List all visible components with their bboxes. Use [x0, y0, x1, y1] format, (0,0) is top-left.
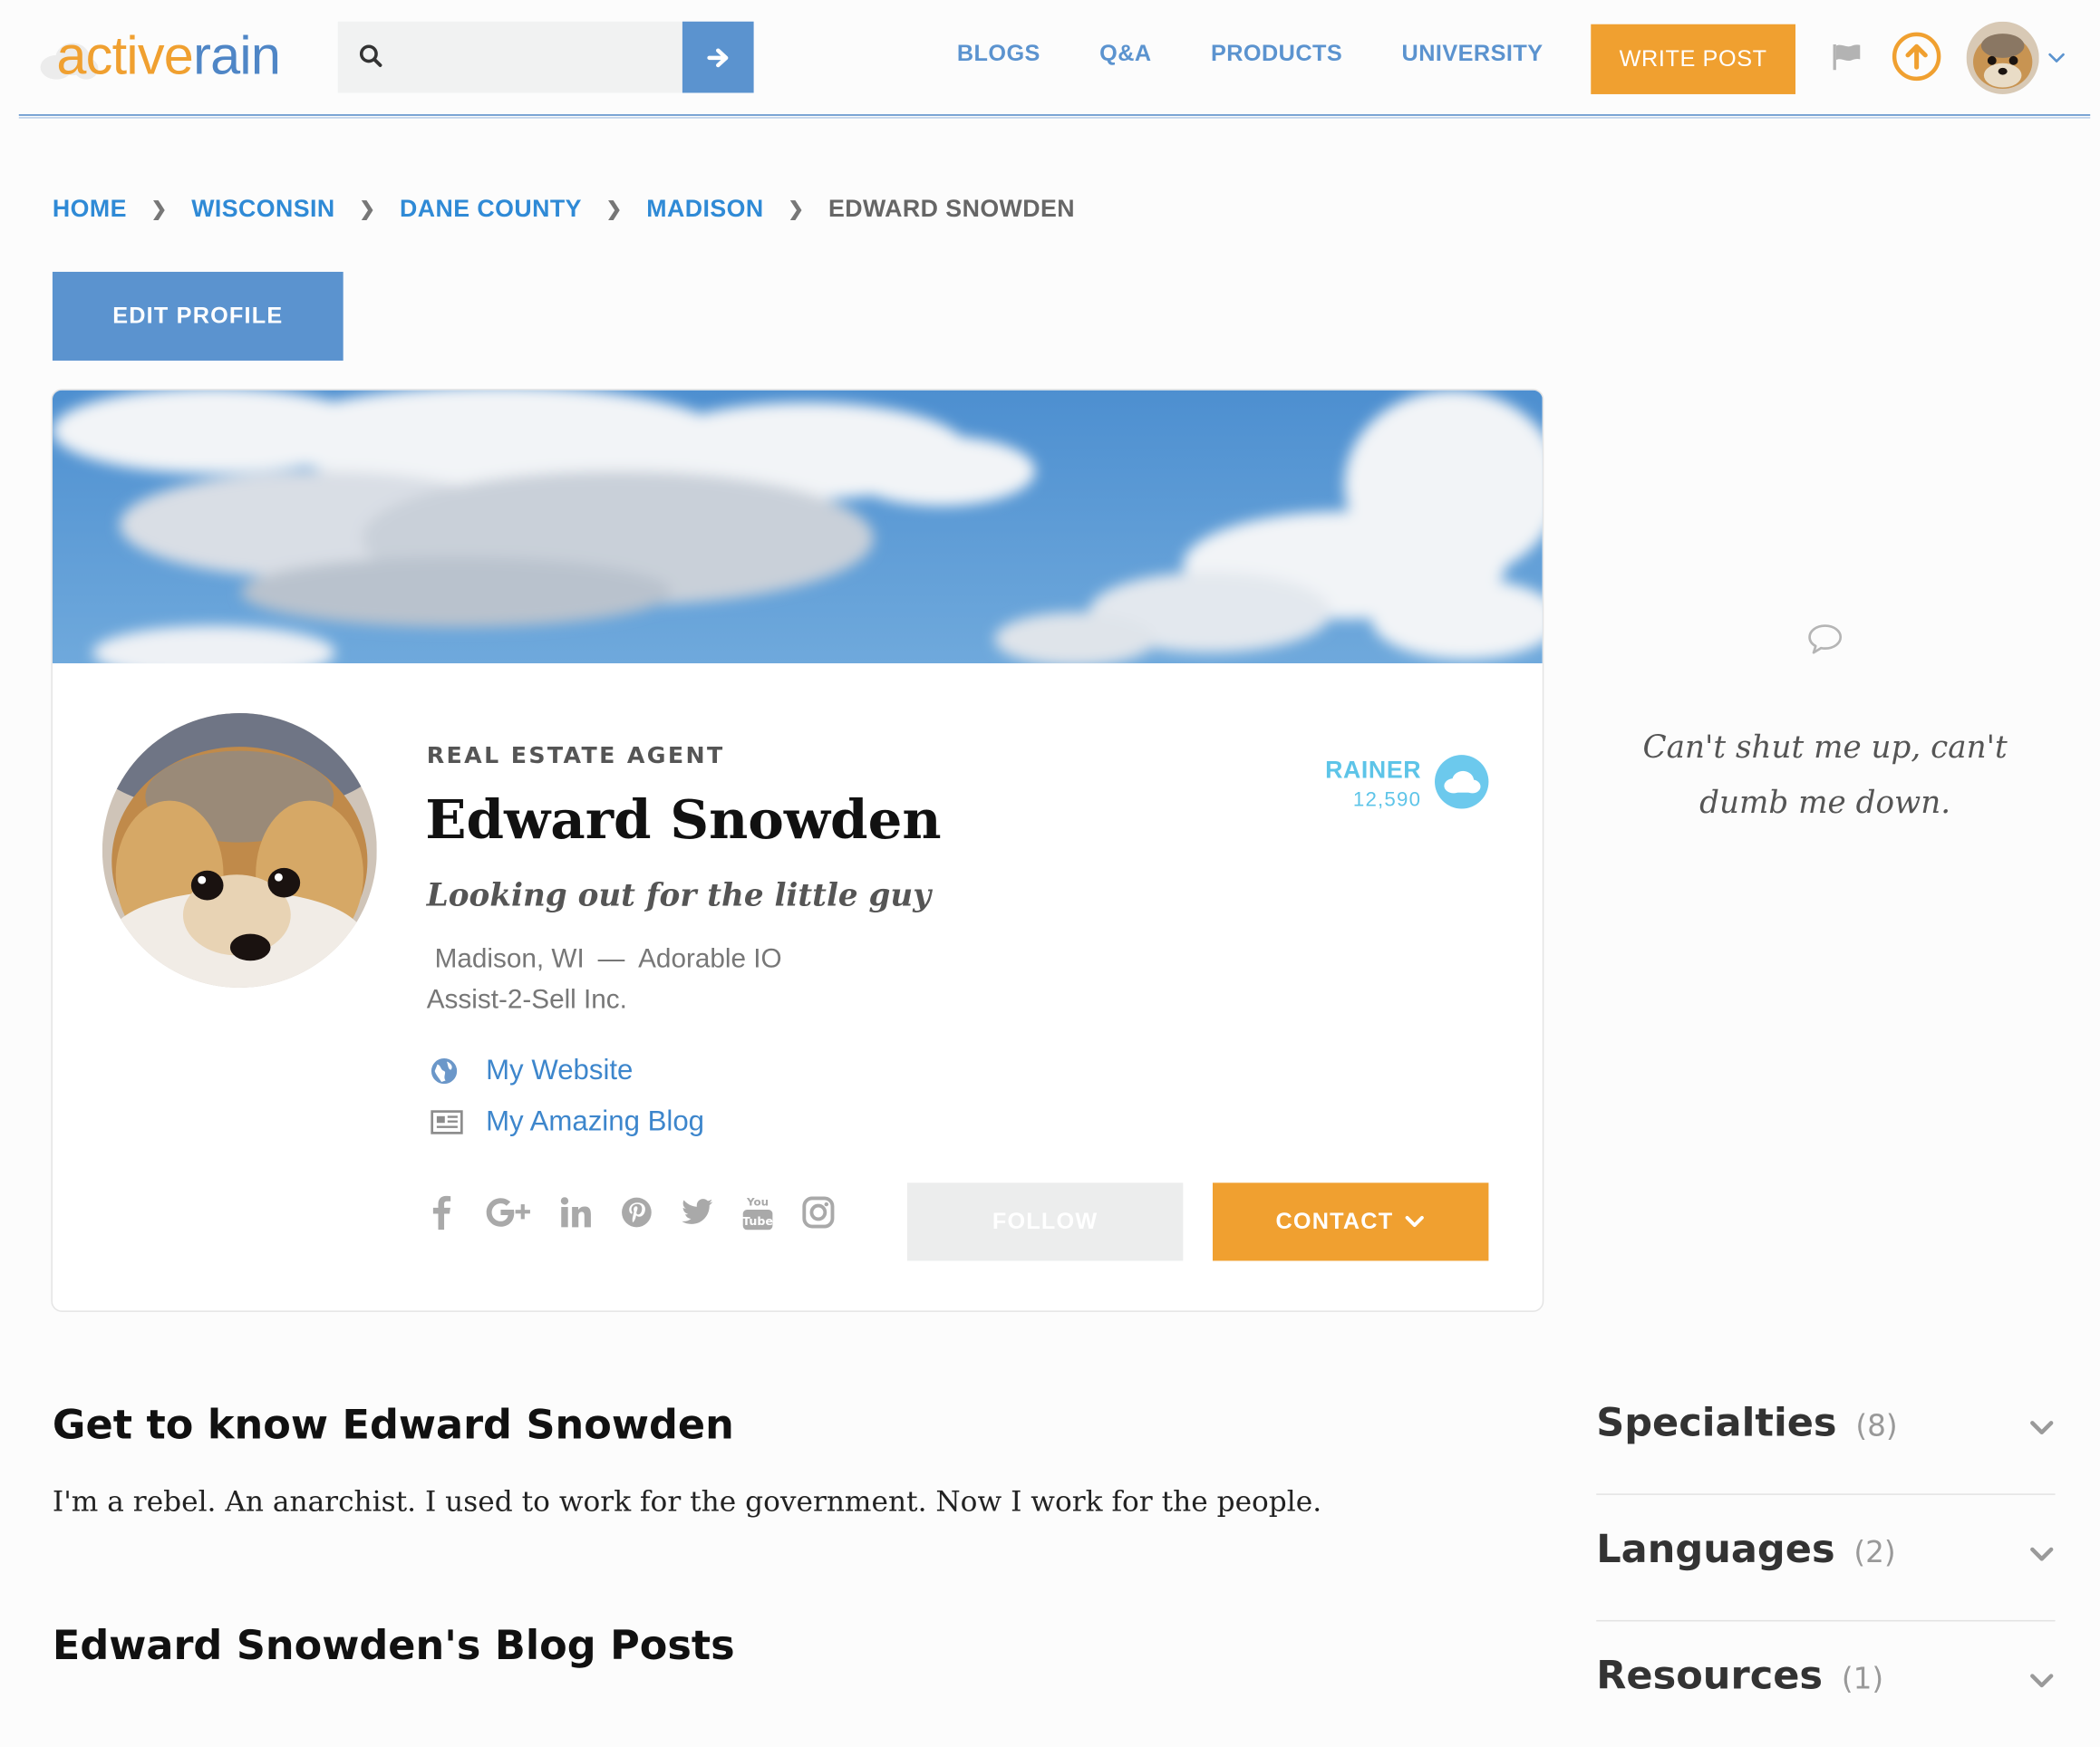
- nav-qa[interactable]: Q&A: [1099, 41, 1151, 76]
- activerain-logo[interactable]: activerain: [33, 19, 315, 94]
- nav-blogs[interactable]: BLOGS: [957, 41, 1040, 76]
- website-link-label: My Website: [486, 1055, 634, 1086]
- profile-company: Assist-2-Sell Inc.: [426, 985, 627, 1015]
- arrow-right-icon: [706, 47, 728, 67]
- newspaper-icon: [431, 1110, 463, 1134]
- dog-avatar-image: [1966, 21, 2039, 94]
- breadcrumb-city[interactable]: MADISON: [646, 195, 763, 223]
- chevron-right-icon: ❯: [605, 198, 623, 220]
- breadcrumb-county[interactable]: DANE COUNTY: [400, 195, 582, 223]
- twitter-icon[interactable]: [680, 1195, 715, 1231]
- website-link[interactable]: My Website: [430, 1055, 634, 1087]
- speech-bubble-icon: [1808, 624, 1843, 654]
- chevron-down-icon: [2030, 1421, 2054, 1435]
- chevron-down-icon[interactable]: [2047, 51, 2066, 64]
- search-box: [337, 21, 682, 93]
- main-nav: BLOGS Q&A PRODUCTS UNIVERSITY: [929, 41, 1544, 76]
- accordion-resources[interactable]: Resources (1): [1596, 1620, 2055, 1747]
- accordion-specialties[interactable]: Specialties (8): [1596, 1367, 2056, 1495]
- specialties-count: (8): [1855, 1410, 1898, 1444]
- blog-link[interactable]: My Amazing Blog: [430, 1106, 704, 1139]
- follow-button[interactable]: FOLLOW: [906, 1182, 1184, 1261]
- specialties-title: Specialties: [1596, 1399, 1837, 1445]
- profile-card: REAL ESTATE AGENT Edward Snowden Looking…: [51, 389, 1544, 1312]
- resources-count: (1): [1841, 1663, 1884, 1697]
- profile-office: Adorable IO: [638, 944, 782, 975]
- chevron-down-icon: [2030, 1674, 2054, 1688]
- nav-university[interactable]: UNIVERSITY: [1402, 41, 1544, 76]
- svg-text:Tube: Tube: [742, 1214, 773, 1228]
- flag-icon[interactable]: [1831, 41, 1863, 73]
- rank-cloud-icon: [1435, 755, 1489, 809]
- breadcrumb-current: EDWARD SNOWDEN: [827, 195, 1076, 223]
- profile-location-line: Madison, WI — Adorable IO: [435, 944, 782, 975]
- breadcrumb-state[interactable]: WISCONSIN: [191, 195, 334, 223]
- accordion-languages[interactable]: Languages (2): [1596, 1493, 2056, 1622]
- header-divider: [18, 114, 2091, 119]
- about-text: I'm a rebel. An anarchist. I used to wor…: [52, 1485, 1322, 1519]
- facebook-icon[interactable]: [424, 1195, 460, 1231]
- accordion-title: Languages (2): [1596, 1526, 1895, 1571]
- blog-posts-heading: Edward Snowden's Blog Posts: [52, 1622, 735, 1670]
- breadcrumb: HOME ❯ WISCONSIN ❯ DANE COUNTY ❯ MADISON…: [53, 195, 1075, 223]
- search-icon: [359, 44, 382, 67]
- accordion-title: Resources (1): [1596, 1653, 1883, 1698]
- pinterest-icon[interactable]: [619, 1195, 654, 1231]
- languages-count: (2): [1853, 1536, 1896, 1570]
- languages-title: Languages: [1596, 1525, 1835, 1572]
- top-navigation-bar: activerain BLOGS Q&A PRODUCTS UNIVERSITY…: [0, 0, 2100, 119]
- rank-label: RAINER: [1325, 756, 1422, 784]
- chevron-right-icon: ❯: [150, 198, 168, 220]
- breadcrumb-home[interactable]: HOME: [53, 195, 127, 223]
- search-bar: [337, 21, 754, 93]
- globe-icon: [431, 1057, 458, 1085]
- svg-text:You: You: [746, 1196, 769, 1209]
- accordion-title: Specialties (8): [1596, 1399, 1897, 1444]
- contact-button-label: CONTACT: [1275, 1208, 1394, 1234]
- rank-points: 12,590: [1352, 788, 1422, 812]
- chevron-right-icon: ❯: [359, 198, 376, 220]
- search-submit-button[interactable]: [682, 21, 754, 93]
- linkedin-icon[interactable]: [558, 1195, 594, 1231]
- logo-word-rain: rain: [193, 26, 281, 87]
- profile-tagline: Looking out for the little guy: [426, 877, 932, 914]
- blog-link-label: My Amazing Blog: [486, 1105, 705, 1137]
- profile-role: REAL ESTATE AGENT: [426, 742, 725, 770]
- chevron-right-icon: ❯: [788, 198, 805, 220]
- write-post-button[interactable]: WRITE POST: [1591, 24, 1795, 94]
- profile-quote: Can't shut me up, can't dumb me down.: [1642, 730, 2008, 821]
- user-avatar[interactable]: [1966, 21, 2039, 94]
- about-heading: Get to know Edward Snowden: [52, 1402, 734, 1450]
- dog-photo-image: [102, 713, 377, 988]
- profile-location: Madison, WI: [434, 944, 585, 975]
- logo-wordmark: activerain: [56, 26, 281, 87]
- upload-arrow-icon[interactable]: [1891, 31, 1941, 82]
- profile-name: Edward Snowden: [425, 788, 942, 853]
- edit-profile-button[interactable]: EDIT PROFILE: [52, 271, 344, 361]
- location-separator: —: [597, 944, 625, 975]
- chevron-down-icon: [2030, 1547, 2054, 1561]
- logo-word-active: active: [56, 26, 194, 87]
- cover-image: [52, 390, 1543, 664]
- profile-avatar: [102, 713, 377, 988]
- google-plus-icon[interactable]: [485, 1195, 533, 1231]
- page: activerain BLOGS Q&A PRODUCTS UNIVERSITY…: [0, 0, 2100, 1707]
- contact-button[interactable]: CONTACT: [1212, 1182, 1489, 1261]
- youtube-icon[interactable]: You Tube: [740, 1195, 776, 1231]
- resources-title: Resources: [1596, 1652, 1824, 1699]
- search-input[interactable]: [397, 34, 673, 82]
- nav-products[interactable]: PRODUCTS: [1211, 41, 1342, 76]
- social-links: You Tube: [424, 1195, 836, 1231]
- instagram-icon[interactable]: [801, 1195, 837, 1231]
- chevron-down-icon: [1405, 1215, 1425, 1228]
